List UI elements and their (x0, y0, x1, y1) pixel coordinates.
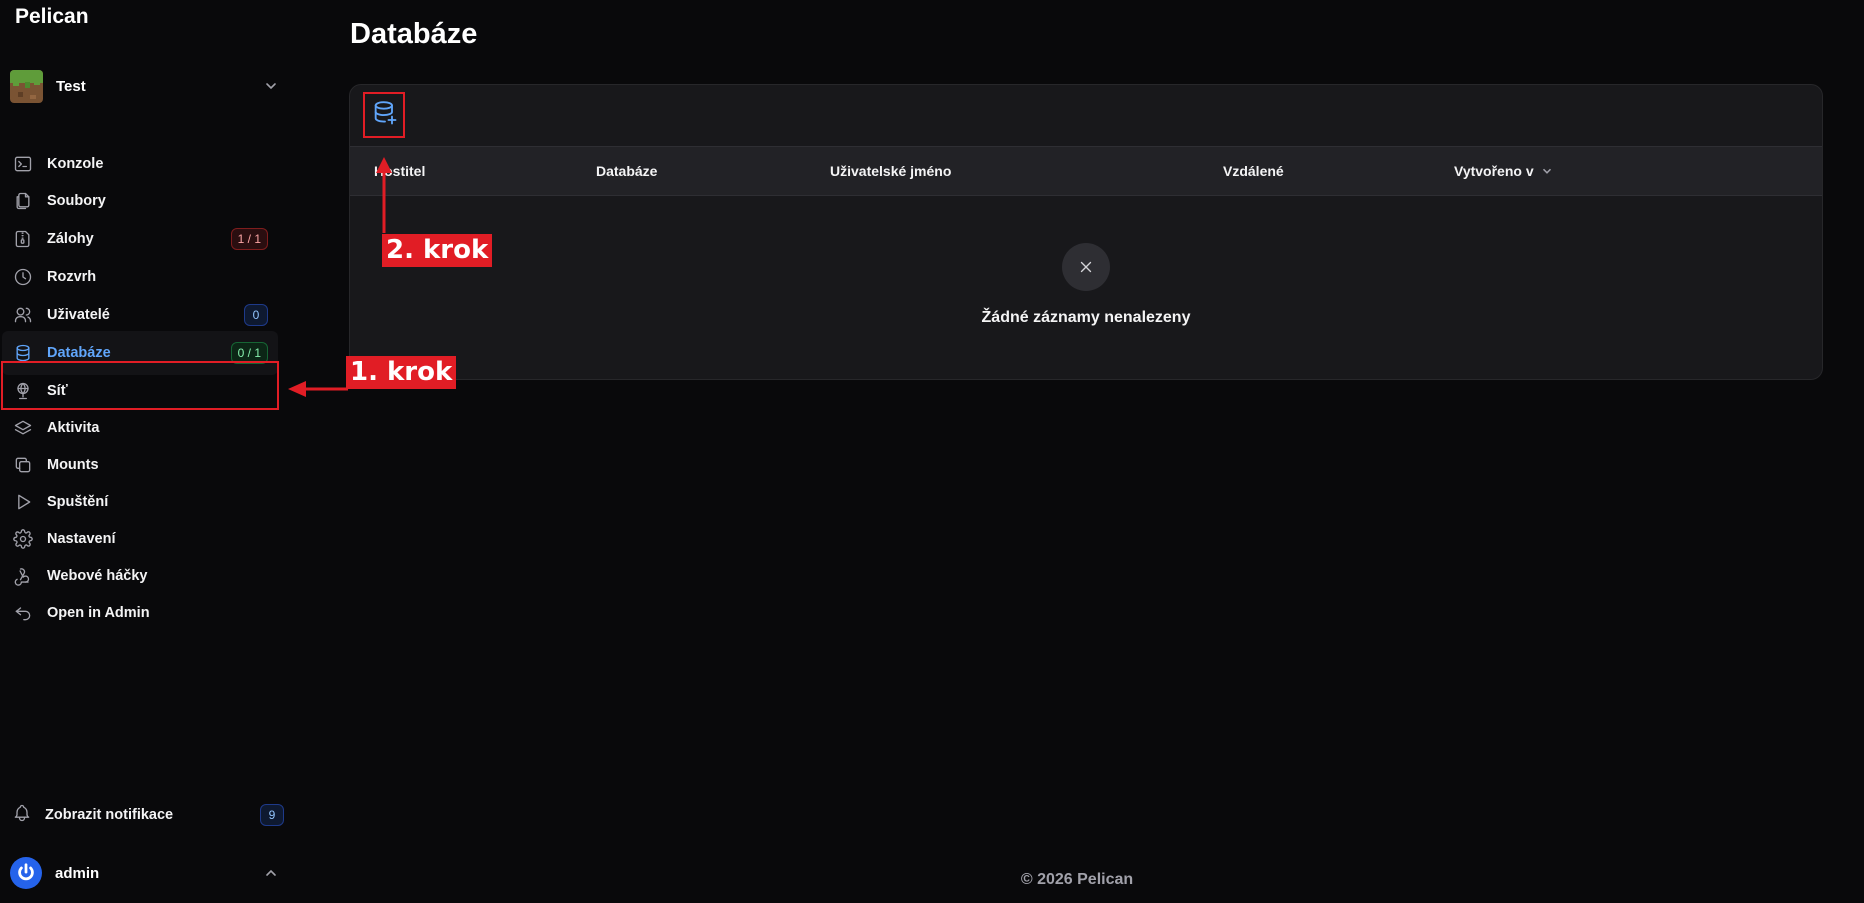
avatar (10, 857, 42, 889)
sidebar-item-label: Uživatelé (47, 307, 110, 323)
sidebar-item-label: Konzole (47, 156, 104, 172)
sidebar-item-open-in-admin[interactable]: Open in Admin (2, 591, 278, 635)
copy-icon (12, 454, 34, 476)
settings-icon (12, 528, 34, 550)
users-count-badge: 0 (244, 304, 268, 326)
sidebar-item-label: Spuštění (47, 494, 109, 510)
annotation-label-step2: 2. krok (382, 234, 493, 267)
server-avatar (10, 69, 43, 103)
column-header-vytvoreno-v[interactable]: Vytvořeno v (1454, 163, 1554, 179)
users-icon (12, 304, 34, 326)
sidebar-item-label: Mounts (47, 457, 99, 473)
annotation-highlight-step2 (363, 92, 405, 138)
files-icon (12, 190, 34, 212)
server-name: Test (56, 77, 86, 95)
column-header-label: Vytvořeno v (1454, 163, 1534, 179)
chevron-up-icon (266, 869, 276, 876)
sidebar-item-label: Soubory (47, 193, 106, 209)
table-header: Hostitel Databáze Uživatelské jméno Vzdá… (350, 146, 1822, 196)
notifications-label: Zobrazit notifikace (45, 807, 174, 823)
sidebar-item-label: Nastavení (47, 531, 116, 547)
power-icon (18, 863, 34, 881)
close-icon (1080, 261, 1092, 273)
column-header-uzivatelske-jmeno: Uživatelské jméno (830, 163, 952, 179)
webhook-icon (12, 565, 34, 587)
sidebar-item-label: Aktivita (47, 420, 100, 436)
footer-copyright: © 2026 Pelican (1020, 871, 1134, 888)
annotation-label-step1: 1. krok (346, 356, 457, 389)
databases-table-card: Hostitel Databáze Uživatelské jméno Vzdá… (349, 84, 1823, 380)
column-header-databaze: Databáze (596, 163, 658, 179)
column-header-hostitel: Hostitel (374, 163, 426, 179)
column-header-vzdalene: Vzdálené (1223, 163, 1284, 179)
notifications-button[interactable]: Zobrazit notifikace 9 (2, 800, 288, 830)
server-switcher[interactable]: Test (10, 68, 285, 104)
sidebar-item-label: Rozvrh (47, 269, 97, 285)
chevron-down-icon (266, 83, 276, 90)
bell-icon (12, 803, 32, 828)
play-icon (12, 491, 34, 513)
annotation-highlight-step1 (1, 361, 279, 410)
backup-count-badge: 1 / 1 (230, 228, 268, 250)
terminal-icon (12, 153, 34, 175)
sidebar-item-label: Webové háčky (47, 568, 148, 584)
empty-state-text: Žádné záznamy nenalezeny (981, 309, 1191, 326)
user-menu[interactable]: admin (10, 856, 285, 890)
brand-logo[interactable]: Pelican (15, 5, 89, 29)
sidebar-item-label: Zálohy (47, 231, 94, 247)
page-title: Databáze (350, 18, 478, 50)
table-toolbar (350, 85, 1822, 146)
sidebar-item-label: Open in Admin (47, 605, 150, 621)
return-icon (12, 602, 34, 624)
sort-chevron-icon (1542, 168, 1551, 174)
empty-state-icon (1062, 243, 1110, 291)
sidebar: Pelican Test Konzole Soubory Zálohy 1 / … (0, 0, 290, 903)
user-name: admin (55, 864, 100, 882)
clock-icon (12, 266, 34, 288)
file-zip-icon (12, 228, 34, 250)
sidebar-item-label: Databáze (47, 345, 111, 361)
notifications-count-badge: 9 (260, 804, 284, 826)
stack-icon (12, 417, 34, 439)
